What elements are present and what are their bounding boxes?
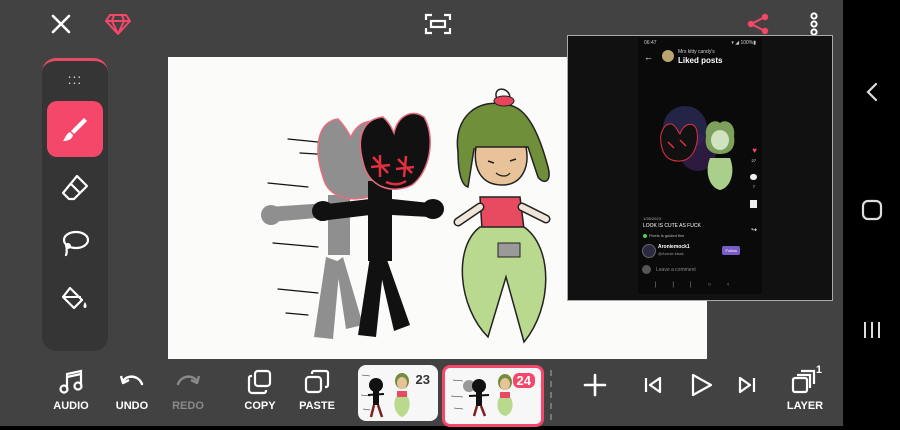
pip-nav-bar: |||○‹ <box>654 282 746 288</box>
undo-label: UNDO <box>115 400 149 412</box>
music-note-icon <box>59 369 83 394</box>
copy-label: COPY <box>244 400 276 412</box>
layers-icon <box>791 369 816 394</box>
bottom-toolbar: AUDIO UNDO REDO COPY PASTE 23 24 1 LAYER <box>40 362 843 428</box>
gem-icon <box>105 14 131 35</box>
pip-pixels-icon <box>643 234 647 238</box>
fill-bucket-icon <box>61 286 87 310</box>
share-icon <box>747 13 769 35</box>
layer-label: LAYER <box>786 400 824 412</box>
redo-label: REDO <box>172 400 204 412</box>
timeline-divider <box>550 370 558 420</box>
home-square-icon <box>861 199 882 221</box>
close-button[interactable] <box>43 6 79 42</box>
system-back-button[interactable] <box>843 72 900 112</box>
copy-icon <box>247 369 272 395</box>
pip-username: Aroniemock1 <box>658 244 690 250</box>
pip-like-icon: ♥ <box>752 146 757 155</box>
lasso-tool[interactable] <box>47 215 103 271</box>
play-icon <box>691 373 713 397</box>
tool-panel-grip[interactable]: ::: <box>42 71 108 87</box>
pip-caption: LOOK IS CUTE AS FUCK <box>643 223 701 229</box>
pip-follow-button: Follow <box>722 246 740 255</box>
pip-my-avatar <box>642 265 651 274</box>
fit-screen-icon <box>424 13 452 35</box>
pip-profile-name: Mrs kitty candy's <box>678 49 715 55</box>
layer-count: 1 <box>815 364 822 376</box>
pip-phone-screen: 06:47 ▾ ◢ 100%▮ ← Mrs kitty candy's Like… <box>638 38 762 294</box>
pip-handle: @Aronie.kissk <box>658 251 684 256</box>
add-frame-button[interactable] <box>568 372 622 428</box>
skip-previous-icon <box>644 376 662 394</box>
system-home-button[interactable] <box>843 190 900 230</box>
brush-tool[interactable] <box>47 101 103 157</box>
skip-next-icon <box>738 376 756 394</box>
layer-button[interactable]: 1 LAYER <box>778 364 832 424</box>
pip-user-avatar <box>642 244 656 258</box>
frame-thumbnail-23[interactable]: 23 <box>358 365 438 421</box>
first-frame-button[interactable] <box>626 374 680 430</box>
back-chevron-icon <box>865 82 877 102</box>
eraser-icon <box>61 174 89 201</box>
pip-comment-placeholder: Leave a comment <box>656 267 696 273</box>
pip-pixels-tag: Pixels is guided fine <box>649 233 685 238</box>
recents-icon <box>863 322 880 338</box>
pip-status-time: 06:47 <box>644 40 657 46</box>
pip-back-icon: ← <box>644 52 653 62</box>
pip-comment-count: 7 <box>752 184 755 189</box>
pip-share-icon: ↪ <box>751 227 757 234</box>
copy-button[interactable]: COPY <box>233 368 287 424</box>
pip-save-icon <box>750 200 757 208</box>
pip-screen-title: Liked posts <box>678 56 723 65</box>
last-frame-button[interactable] <box>720 374 774 430</box>
frame-thumbnail-24[interactable]: 24 <box>442 365 544 427</box>
close-icon <box>51 14 71 34</box>
tool-panel: ::: <box>42 58 108 351</box>
audio-button[interactable]: AUDIO <box>44 368 98 424</box>
paste-icon <box>304 369 330 394</box>
pip-video-window[interactable]: 06:47 ▾ ◢ 100%▮ ← Mrs kitty candy's Like… <box>567 35 833 301</box>
plus-icon <box>583 373 607 397</box>
more-vert-icon <box>810 12 818 36</box>
paste-label: PASTE <box>299 400 335 412</box>
pip-avatar <box>662 50 674 62</box>
brush-icon <box>63 118 87 141</box>
frame-24-number: 24 <box>512 373 535 388</box>
layer-icon-wrap: 1 <box>790 364 822 396</box>
fill-tool[interactable] <box>47 271 103 327</box>
pip-like-count: 27 <box>751 158 756 163</box>
premium-button[interactable] <box>100 6 136 42</box>
lasso-icon <box>62 230 90 257</box>
paste-button[interactable]: PASTE <box>290 368 344 424</box>
system-navigation-bar <box>843 0 900 426</box>
redo-icon <box>176 375 201 386</box>
undo-button[interactable]: UNDO <box>105 368 159 424</box>
audio-label: AUDIO <box>53 400 89 412</box>
pip-status-right: ▾ ◢ 100%▮ <box>731 40 756 46</box>
pip-post-date: 1/26/2023 <box>643 216 661 221</box>
frame-23-number: 23 <box>415 372 430 387</box>
flipaclip-app: ::: 06:47 ▾ ◢ 100%▮ ← Mrs kitty candy's … <box>0 0 843 428</box>
pip-comment-icon <box>750 174 757 180</box>
system-recents-button[interactable] <box>843 310 900 350</box>
pip-video-thumbnail <box>640 78 750 208</box>
eraser-tool[interactable] <box>47 159 103 215</box>
undo-icon <box>119 375 144 386</box>
redo-button[interactable]: REDO <box>161 368 215 424</box>
fit-screen-button[interactable] <box>420 6 456 42</box>
